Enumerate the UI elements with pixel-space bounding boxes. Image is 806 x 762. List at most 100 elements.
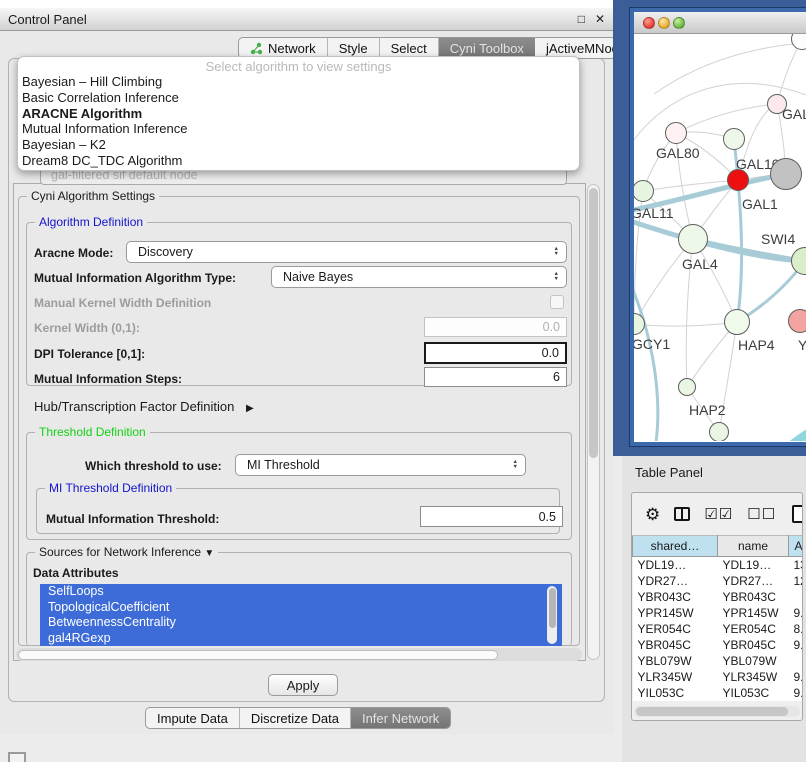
dpi-tolerance-label: DPI Tolerance [0,1]: xyxy=(34,347,145,361)
apply-button-label: Apply xyxy=(287,678,320,693)
table-cell: YER054C xyxy=(633,621,718,637)
table-cell: YIL053C xyxy=(718,685,789,701)
checked-boxes-icon[interactable]: ☑☑ xyxy=(704,506,733,523)
kernel-width-label: Kernel Width (0,1): xyxy=(34,321,140,335)
document-icon[interactable] xyxy=(792,505,803,523)
settings-scrollbar-thumb[interactable] xyxy=(589,188,598,458)
table-horizontal-scrollbar[interactable] xyxy=(634,706,800,717)
table-row[interactable]: YPR145WYPR145W9. xyxy=(633,605,804,621)
split-columns-icon[interactable] xyxy=(674,507,690,521)
table-cell: YDL19… xyxy=(718,557,789,573)
network-window-titlebar[interactable] xyxy=(634,12,806,34)
aracne-mode-combo[interactable]: Discovery ▲▼ xyxy=(126,241,567,263)
node-label: GAL xyxy=(782,106,806,122)
mi-type-combo[interactable]: Naive Bayes ▲▼ xyxy=(271,266,567,288)
mi-threshold-field[interactable]: 0.5 xyxy=(420,506,563,527)
attribute-item[interactable]: gal4RGexp xyxy=(40,631,562,647)
network-node[interactable] xyxy=(723,128,745,150)
tab-infer-network[interactable]: Infer Network xyxy=(351,708,450,728)
network-node[interactable] xyxy=(665,122,687,144)
chevron-right-icon: ▶ xyxy=(246,403,254,414)
attribute-item[interactable]: SelfLoops xyxy=(40,584,562,600)
network-node[interactable] xyxy=(770,158,802,190)
table-cell: YDR27… xyxy=(718,573,789,589)
table-cell xyxy=(789,653,804,669)
table-row[interactable]: YIL053CYIL053C9. xyxy=(633,685,804,701)
table-scrollbar-thumb[interactable] xyxy=(636,707,788,716)
cyni-settings-group-title: Cyni Algorithm Settings xyxy=(27,189,159,203)
settings-horizontal-thumb[interactable] xyxy=(18,650,498,660)
network-node[interactable] xyxy=(727,169,749,191)
attribute-item[interactable]: TopologicalCoefficient xyxy=(40,600,562,616)
kernel-width-value: 0.0 xyxy=(543,320,560,334)
network-canvas[interactable]: GALGAL80GAL10GAL1GAL11GAL4SWI4GCY1HAP4YH… xyxy=(634,34,806,441)
column-header-name[interactable]: name xyxy=(718,536,789,557)
table-cell: 8. xyxy=(789,621,804,637)
table-panel-section: Table Panel ⚙ ☑☑ ☐☐ shared…nameA YDL19…Y… xyxy=(622,456,806,762)
sources-group-title[interactable]: Sources for Network Inference ▼ xyxy=(35,545,218,559)
attributes-scrollbar-thumb[interactable] xyxy=(549,588,556,628)
algorithm-option[interactable]: Bayesian – K2 xyxy=(18,137,579,153)
tab-cyni-toolbox[interactable]: Cyni Toolbox xyxy=(439,38,535,58)
unchecked-boxes-icon[interactable]: ☐☐ xyxy=(747,506,776,523)
tab-select[interactable]: Select xyxy=(380,38,439,58)
table-row[interactable]: YER054CYER054C8. xyxy=(633,621,804,637)
column-header-shared…[interactable]: shared… xyxy=(633,536,718,557)
algorithm-option[interactable]: Mutual Information Inference xyxy=(18,121,579,137)
network-node[interactable] xyxy=(724,309,750,335)
control-panel-title: Control Panel xyxy=(8,12,87,27)
manual-kernel-checkbox[interactable] xyxy=(550,295,564,309)
control-panel-titlebar: Control Panel □ ✕ xyxy=(0,8,613,31)
table-cell: 12 xyxy=(789,573,804,589)
table-row[interactable]: YBR043CYBR043C xyxy=(633,589,804,605)
tab-network[interactable]: Network xyxy=(239,38,328,58)
column-header-A[interactable]: A xyxy=(789,536,804,557)
combo-stepper-icon: ▲▼ xyxy=(554,242,559,262)
close-traffic-light-icon[interactable] xyxy=(643,17,655,29)
table-row[interactable]: YBL079WYBL079W xyxy=(633,653,804,669)
apply-button[interactable]: Apply xyxy=(268,674,338,696)
mi-type-value: Naive Bayes xyxy=(283,270,353,284)
hub-section-toggle[interactable]: Hub/Transcription Factor Definition ▶ xyxy=(34,399,254,414)
algorithm-option[interactable]: ARACNE Algorithm xyxy=(18,106,579,122)
manual-kernel-label: Manual Kernel Width Definition xyxy=(34,296,211,310)
network-node[interactable] xyxy=(678,224,708,254)
kernel-width-field[interactable]: 0.0 xyxy=(424,317,567,337)
table-cell: YDL19… xyxy=(633,557,718,573)
mi-steps-field[interactable]: 6 xyxy=(424,367,567,387)
table-row[interactable]: YDL19…YDL19…13 xyxy=(633,557,804,573)
node-label: GAL1 xyxy=(742,196,778,212)
sources-title-text: Sources for Network Inference xyxy=(39,545,201,559)
tab-style[interactable]: Style xyxy=(328,38,380,58)
network-node[interactable] xyxy=(788,309,806,333)
table-cell: YBR045C xyxy=(633,637,718,653)
gear-icon[interactable]: ⚙ xyxy=(645,506,660,523)
table-cell: YPR145W xyxy=(633,605,718,621)
table-row[interactable]: YLR345WYLR345W9. xyxy=(633,669,804,685)
combo-stepper-icon: ▲▼ xyxy=(554,267,559,287)
close-icon[interactable]: ✕ xyxy=(595,12,605,26)
node-label: GAL11 xyxy=(634,205,674,221)
dpi-tolerance-field[interactable]: 0.0 xyxy=(424,342,567,364)
zoom-traffic-light-icon[interactable] xyxy=(673,17,685,29)
algorithm-option[interactable]: Basic Correlation Inference xyxy=(18,90,579,106)
algorithm-option[interactable]: Dream8 DC_TDC Algorithm xyxy=(18,153,579,169)
node-label: GAL80 xyxy=(656,145,700,161)
which-threshold-combo[interactable]: MI Threshold ▲▼ xyxy=(235,454,526,476)
float-icon[interactable]: □ xyxy=(578,12,585,26)
network-node[interactable] xyxy=(678,378,696,396)
table-row[interactable]: YDR27…YDR27…12 xyxy=(633,573,804,589)
minimized-panel-icon[interactable] xyxy=(8,752,26,762)
tab-discretize-data[interactable]: Discretize Data xyxy=(240,708,351,728)
table-cell: YBR043C xyxy=(718,589,789,605)
mi-steps-label: Mutual Information Steps: xyxy=(34,372,182,386)
tab-impute-data[interactable]: Impute Data xyxy=(146,708,240,728)
node-label: HAP4 xyxy=(738,337,775,353)
algorithm-option[interactable]: Bayesian – Hill Climbing xyxy=(18,74,579,90)
top-strip xyxy=(0,0,613,8)
minimize-traffic-light-icon[interactable] xyxy=(658,17,670,29)
attribute-item[interactable]: BetweennessCentrality xyxy=(40,615,562,631)
data-attributes-list[interactable]: SelfLoopsTopologicalCoefficientBetweenne… xyxy=(40,584,562,646)
table-row[interactable]: YBR045CYBR045C9. xyxy=(633,637,804,653)
network-node[interactable] xyxy=(709,422,729,441)
